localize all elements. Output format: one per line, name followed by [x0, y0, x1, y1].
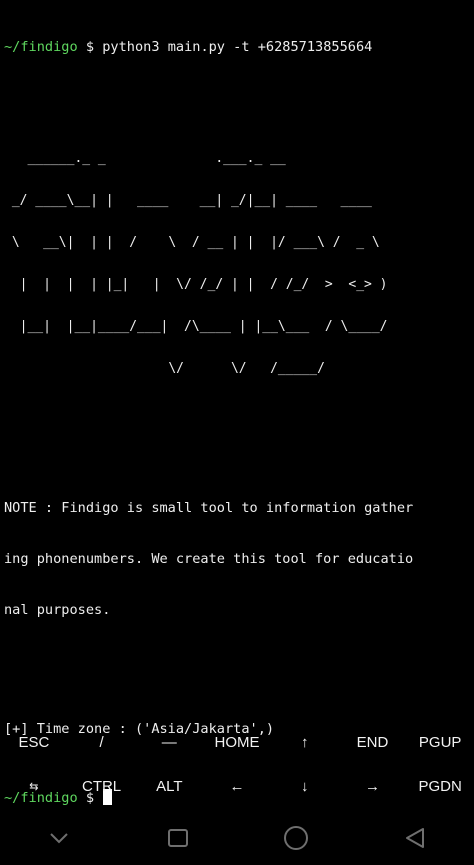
ctrl-key[interactable]: CTRL — [68, 764, 136, 808]
banner-line: \ __\| | | / \ / __ | | |/ ___\ / _ \ — [4, 235, 380, 250]
extra-keys-bar: ESC / — HOME ↑ END PGUP ⇆ CTRL ALT ← ↓ →… — [0, 720, 474, 808]
pgup-key[interactable]: PGUP — [406, 720, 474, 764]
chevron-down-icon — [50, 832, 68, 843]
esc-key[interactable]: ESC — [0, 720, 68, 764]
back-triangle-icon — [405, 827, 424, 848]
home-button[interactable] — [266, 818, 326, 858]
back-button[interactable] — [385, 818, 445, 858]
arrow-down-key[interactable]: ↓ — [271, 764, 339, 808]
dash-key[interactable]: — — [135, 720, 203, 764]
pgdn-key[interactable]: PGDN — [406, 764, 474, 808]
prompt-path: ~/findigo — [4, 39, 78, 55]
recents-button[interactable] — [148, 818, 208, 858]
tab-key[interactable]: ⇆ — [0, 764, 68, 808]
prompt-symbol: $ — [85, 39, 95, 55]
square-icon — [167, 828, 188, 847]
home-key[interactable]: HOME — [203, 720, 271, 764]
banner-line: _/ ____\__| | ____ __| _/|__| ____ ____ — [4, 193, 372, 208]
arrow-left-key[interactable]: ← — [203, 764, 271, 808]
banner-line: | | | | |_| | \/ /_/ | | / /_/ > <_> ) — [4, 277, 388, 292]
alt-key[interactable]: ALT — [135, 764, 203, 808]
note-line: NOTE : Findigo is small tool to informat… — [4, 500, 414, 516]
note-text: NOTE : Findigo is small tool to informat… — [4, 466, 470, 653]
banner-line: ______._ _ .___._ __ — [4, 151, 286, 166]
note-line: ing phonenumbers. We create this tool fo… — [4, 551, 414, 567]
tab-icon: ⇆ — [29, 780, 39, 793]
note-line: nal purposes. — [4, 602, 111, 618]
banner-line: \/ \/ /_____/ — [4, 361, 325, 376]
ascii-banner: ______._ _ .___._ __ _/ ____\__| | ____ … — [4, 124, 470, 404]
android-nav-bar — [0, 810, 474, 865]
circle-icon — [284, 825, 309, 850]
arrow-up-key[interactable]: ↑ — [271, 720, 339, 764]
command-line: ~/findigo $ python3 main.py -t +62857138… — [4, 39, 470, 56]
terminal-output[interactable]: ~/findigo $ python3 main.py -t +62857138… — [4, 5, 470, 823]
end-key[interactable]: END — [339, 720, 407, 764]
banner-line: |__| |__|____/___| /\____ | |__\___ / \_… — [4, 319, 388, 334]
extra-keys-row-1: ESC / — HOME ↑ END PGUP — [0, 720, 474, 764]
arrow-right-key[interactable]: → — [339, 764, 407, 808]
command-text: python3 main.py -t +6285713855664 — [102, 39, 373, 55]
slash-key[interactable]: / — [68, 720, 136, 764]
hide-keyboard-button[interactable] — [29, 818, 89, 858]
extra-keys-row-2: ⇆ CTRL ALT ← ↓ → PGDN — [0, 764, 474, 808]
